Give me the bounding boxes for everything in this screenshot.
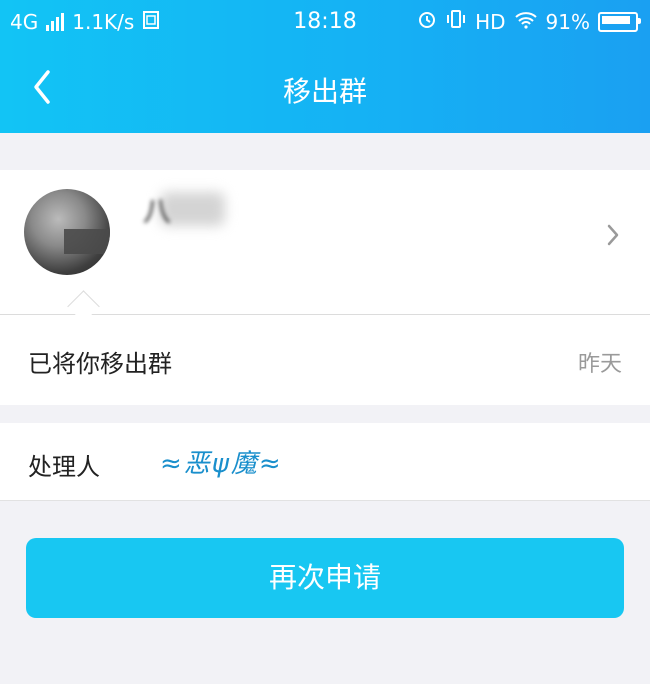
user-card[interactable]: 八 (0, 170, 650, 315)
battery-percent: 91% (545, 9, 590, 34)
header-bar: 4G 1.1K/s 18:18 HD 91% 移出群 (0, 0, 650, 133)
chevron-right-icon (607, 224, 619, 246)
hd-indicator: HD (475, 9, 506, 34)
message-text: 已将你移出群 (28, 350, 172, 378)
handler-name[interactable]: ≈恶ψ魔≈ (160, 443, 283, 480)
handler-row: 处理人 ≈恶ψ魔≈ (0, 423, 650, 501)
message-row: 已将你移出群 昨天 (0, 315, 650, 405)
reapply-button[interactable]: 再次申请 (26, 538, 624, 618)
nav-bar: 移出群 (0, 44, 650, 133)
status-bar: 4G 1.1K/s 18:18 HD 91% (0, 0, 650, 44)
alarm-icon (417, 9, 437, 34)
divider (0, 500, 650, 501)
avatar[interactable] (24, 189, 110, 275)
battery-icon (598, 11, 641, 32)
handler-label: 处理人 (28, 453, 100, 481)
page-title: 移出群 (282, 75, 367, 108)
message-time: 昨天 (577, 352, 622, 377)
user-name: 八 (143, 195, 172, 228)
wifi-icon (514, 10, 538, 34)
vibrate-icon (445, 9, 467, 34)
